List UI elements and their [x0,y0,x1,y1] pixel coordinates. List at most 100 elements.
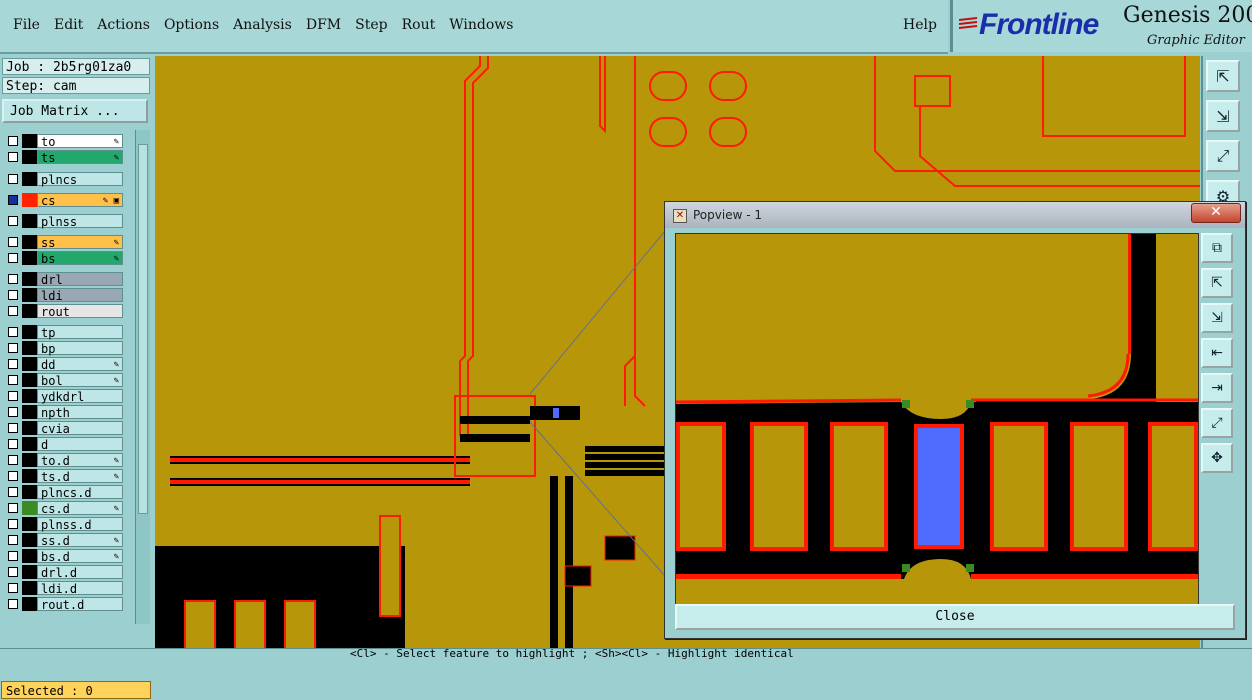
layer-row-npth[interactable]: npth [2,405,126,420]
layer-row-cs-d[interactable]: cs.d ✎ [2,501,126,516]
layer-color-swatch[interactable] [22,389,37,403]
layer-row-tp[interactable]: tp [2,325,126,340]
layer-name[interactable]: bs ✎ [37,251,123,266]
layer-row-rout[interactable]: rout [2,304,126,319]
layer-row-plnss-d[interactable]: plnss.d [2,517,126,532]
layer-row-ldi-d[interactable]: ldi.d [2,581,126,596]
layer-row-ts-d[interactable]: ts.d ✎ [2,469,126,484]
layer-row-ss[interactable]: ss ✎ [2,235,126,250]
layer-name[interactable]: cs ✎ ▣ [37,193,123,208]
menu-options[interactable]: Options [157,17,226,33]
layer-checkbox[interactable] [8,535,18,545]
layer-row-cs[interactable]: cs ✎ ▣ [2,193,126,208]
fit-screen-icon[interactable]: ⤢ [1206,140,1240,172]
layer-name[interactable]: plncs.d [37,485,123,500]
layer-name[interactable]: ss ✎ [37,235,123,250]
layer-checkbox[interactable] [8,439,18,449]
layer-color-swatch[interactable] [22,373,37,387]
layer-checkbox[interactable] [8,152,18,162]
layer-row-rout-d[interactable]: rout.d [2,597,126,612]
layer-checkbox[interactable] [8,237,18,247]
layer-color-swatch[interactable] [22,150,37,164]
layer-name[interactable]: dd ✎ [37,357,123,372]
layer-color-swatch[interactable] [22,172,37,186]
layer-checkbox[interactable] [8,551,18,561]
layer-checkbox[interactable] [8,195,18,205]
layer-row-ts[interactable]: ts ✎ [2,150,126,165]
layer-checkbox[interactable] [8,306,18,316]
zoom-home-icon[interactable]: ⇱ [1206,60,1240,92]
popview-close-button[interactable]: Close [675,604,1235,630]
layer-checkbox[interactable] [8,327,18,337]
layer-row-ydkdrl[interactable]: ydkdrl [2,389,126,404]
menu-rout[interactable]: Rout [395,17,443,33]
layer-checkbox[interactable] [8,487,18,497]
layer-color-swatch[interactable] [22,357,37,371]
popview-pan-right-icon[interactable]: ⇥ [1201,373,1233,403]
layer-color-swatch[interactable] [22,325,37,339]
layer-color-swatch[interactable] [22,405,37,419]
layer-color-swatch[interactable] [22,193,37,207]
layer-checkbox[interactable] [8,519,18,529]
layer-color-swatch[interactable] [22,517,37,531]
layer-row-bp[interactable]: bp [2,341,126,356]
layer-color-swatch[interactable] [22,565,37,579]
layer-checkbox[interactable] [8,136,18,146]
layer-color-swatch[interactable] [22,134,37,148]
layer-name[interactable]: plncs [37,172,123,187]
layer-list-scrollbar[interactable] [135,130,150,624]
layer-row-to[interactable]: to ✎ [2,134,126,149]
layer-name[interactable]: drl [37,272,123,287]
layer-name[interactable]: rout [37,304,123,319]
layer-name[interactable]: plnss [37,214,123,229]
layer-color-swatch[interactable] [22,421,37,435]
menu-analysis[interactable]: Analysis [226,17,299,33]
popview-zoom-home-icon[interactable]: ⇱ [1201,268,1233,298]
layer-name[interactable]: bol ✎ [37,373,123,388]
layer-row-bs-d[interactable]: bs.d ✎ [2,549,126,564]
layer-color-swatch[interactable] [22,533,37,547]
layer-row-bs[interactable]: bs ✎ [2,251,126,266]
layer-checkbox[interactable] [8,343,18,353]
layer-checkbox[interactable] [8,423,18,433]
layer-checkbox[interactable] [8,503,18,513]
layer-checkbox[interactable] [8,567,18,577]
popview-close-x-button[interactable]: ✕ [1191,203,1241,223]
popview-titlebar[interactable]: ✕ Popview - 1 ✕ [665,202,1245,228]
layer-name[interactable]: ldi [37,288,123,303]
layer-checkbox[interactable] [8,359,18,369]
layer-color-swatch[interactable] [22,453,37,467]
layer-name[interactable]: d [37,437,123,452]
layer-color-swatch[interactable] [22,597,37,611]
layer-checkbox[interactable] [8,274,18,284]
layer-color-swatch[interactable] [22,469,37,483]
layer-checkbox[interactable] [8,391,18,401]
layer-name[interactable]: to ✎ [37,134,123,149]
layer-row-to-d[interactable]: to.d ✎ [2,453,126,468]
popview-zoom-area[interactable] [675,233,1199,605]
layer-color-swatch[interactable] [22,251,37,265]
layer-color-swatch[interactable] [22,272,37,286]
popview-zoom-window-icon[interactable]: ⧉ [1201,233,1233,263]
scrollbar-thumb[interactable] [138,144,148,514]
layer-color-swatch[interactable] [22,214,37,228]
menu-step[interactable]: Step [348,17,394,33]
layer-row-plncs-d[interactable]: plncs.d [2,485,126,500]
popview-fit-icon[interactable]: ⤢ [1201,408,1233,438]
layer-name[interactable]: ts ✎ [37,150,123,165]
layer-color-swatch[interactable] [22,549,37,563]
layer-checkbox[interactable] [8,407,18,417]
menu-dfm[interactable]: DFM [299,17,348,33]
layer-name[interactable]: ldi.d [37,581,123,596]
menu-windows[interactable]: Windows [442,17,520,33]
layer-name[interactable]: ydkdrl [37,389,123,404]
layer-color-swatch[interactable] [22,235,37,249]
layer-checkbox[interactable] [8,174,18,184]
layer-row-d[interactable]: d [2,437,126,452]
layer-checkbox[interactable] [8,471,18,481]
layer-row-ldi[interactable]: ldi [2,288,126,303]
layer-name[interactable]: rout.d [37,597,123,612]
layer-name[interactable]: plnss.d [37,517,123,532]
layer-checkbox[interactable] [8,583,18,593]
layer-checkbox[interactable] [8,455,18,465]
